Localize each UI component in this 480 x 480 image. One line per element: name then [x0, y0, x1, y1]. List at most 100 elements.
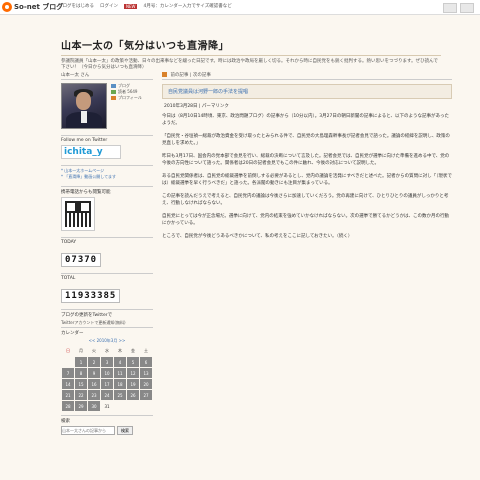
topbar-button-2[interactable]: [460, 3, 474, 13]
calendar-day[interactable]: 26: [127, 390, 139, 400]
calendar-day[interactable]: 16: [88, 379, 100, 389]
search-button[interactable]: 検索: [117, 426, 133, 435]
today-label: TODAY: [61, 240, 77, 245]
calendar-day[interactable]: 24: [101, 390, 113, 400]
topbar-promo-link[interactable]: 4月号：カレンダー入力でサイズ確認書など: [143, 3, 231, 9]
calendar-day[interactable]: 12: [127, 368, 139, 378]
calendar-day[interactable]: 11: [114, 368, 126, 378]
mobile-title: 携帯電話からも閲覧可能: [61, 190, 111, 195]
calendar-day[interactable]: 20: [140, 379, 152, 389]
topbar-links: ブログをはじめる ログイン NEW 4月号：カレンダー入力でサイズ確認書など: [58, 3, 232, 9]
calendar-head-cell: 水: [105, 348, 109, 353]
topbar-link-login[interactable]: ログイン: [100, 3, 118, 9]
calendar-day[interactable]: 29: [75, 401, 87, 411]
update-notify-text[interactable]: Twitterアカウントで更新通知(無料): [61, 320, 153, 325]
calendar-head-cell: 木: [118, 348, 122, 353]
today-counter: 07370: [61, 253, 102, 267]
search-box: 検索 検索: [61, 415, 153, 435]
total-counter: 11933385: [61, 289, 121, 303]
header-divider: [61, 55, 441, 56]
calendar-day: [114, 401, 126, 411]
mail-icon: [111, 96, 116, 100]
post-navigation: 前の記事 | 次の記事: [162, 72, 452, 80]
new-badge: NEW: [124, 3, 138, 9]
blog-title[interactable]: 山本一太の「気分はいつも直滑降」: [61, 37, 229, 52]
calendar-day[interactable]: 4: [114, 357, 126, 367]
qr-code-icon: [65, 201, 91, 227]
calendar-day[interactable]: 8: [75, 368, 87, 378]
site-logo-text: So-net ブログ: [14, 3, 64, 11]
profile-meta-row[interactable]: プロフィール: [111, 95, 142, 101]
twitter-badge[interactable]: ichita_y: [61, 145, 121, 159]
topbar-right-controls: [443, 3, 474, 13]
today-counter-box: TODAY 07370: [61, 237, 153, 267]
calendar: カレンダー << 2010年3月 >> 日 月 火 水 木 金 土 1 2 3 …: [61, 327, 153, 412]
top-navigation-bar: So-net ブログ ブログをはじめる ログイン NEW 4月号：カレンダー入力…: [0, 0, 480, 15]
search-form: 検索: [61, 426, 153, 435]
calendar-day: 31: [104, 403, 110, 409]
avatar[interactable]: [61, 83, 107, 129]
topbar-link-start[interactable]: ブログをはじめる: [58, 3, 94, 9]
post-paragraph: ところで、自民党が今後どうあるべきかについて、私の考えをここに記しておきたい。（…: [162, 234, 353, 239]
mobile-box: 携帯電話からも閲覧可能: [61, 186, 153, 231]
main-content: 前の記事 | 次の記事 自民党議員は河野一郎の手法を提唱 2010年3月28日 …: [162, 72, 452, 246]
calendar-head-cell: 金: [131, 348, 135, 353]
calendar-week-row: 14 15 16 17 18 19 20: [62, 379, 152, 389]
comment-icon: [111, 90, 116, 94]
calendar-day[interactable]: 19: [127, 379, 139, 389]
calendar-head-cell: 月: [79, 348, 83, 353]
calendar-day: [127, 401, 139, 411]
calendar-week-row: 28 29 30 31: [62, 401, 152, 411]
calendar-day[interactable]: 18: [114, 379, 126, 389]
calendar-day[interactable]: 1: [75, 357, 87, 367]
post-paragraph: この記事を読んだうえで考えると、自民党内の議論は今後さらに加速していくだろう。党…: [162, 194, 449, 206]
calendar-head-cell: 火: [92, 348, 96, 353]
calendar-head-cell: 日: [66, 348, 70, 353]
calendar-day: [62, 357, 74, 367]
sonet-logo-icon: [2, 2, 12, 12]
search-input[interactable]: [61, 426, 115, 435]
site-logo[interactable]: So-net ブログ: [2, 1, 63, 13]
calendar-day[interactable]: 22: [75, 390, 87, 400]
calendar-day[interactable]: 17: [101, 379, 113, 389]
search-title: 検索: [61, 419, 70, 424]
calendar-day[interactable]: 23: [88, 390, 100, 400]
post-navigation-text[interactable]: 前の記事 | 次の記事: [170, 73, 210, 78]
calendar-day[interactable]: 25: [114, 390, 126, 400]
home-icon[interactable]: [162, 72, 167, 77]
total-label: TOTAL: [61, 276, 76, 281]
calendar-day[interactable]: 2: [88, 357, 100, 367]
twitter-box: Follow me on Twitter ichita_y: [61, 135, 153, 159]
profile-title: 山本一太 さん: [61, 72, 153, 80]
calendar-day[interactable]: 30: [88, 401, 100, 411]
post-paragraph: 「自民党・谷垣禎一総裁が政治資金を受け取ったとみられる件で、自民党の大島理森幹事…: [162, 134, 450, 146]
calendar-day[interactable]: 10: [101, 368, 113, 378]
calendar-day[interactable]: 7: [62, 368, 74, 378]
calendar-day[interactable]: 13: [140, 368, 152, 378]
calendar-day[interactable]: 28: [62, 401, 74, 411]
calendar-week-row: 1 2 3 4 5 6: [62, 357, 152, 367]
calendar-nav[interactable]: << 2010年3月 >>: [61, 338, 153, 344]
sidebar-link-video[interactable]: * 「直滑降」動画公開してます: [61, 174, 153, 180]
calendar-day[interactable]: 5: [127, 357, 139, 367]
calendar-day[interactable]: 27: [140, 390, 152, 400]
profile-meta: ブログ 読者 5649 プロフィール: [111, 83, 142, 129]
calendar-day[interactable]: 9: [88, 368, 100, 378]
blog-header: 山本一太の「気分はいつも直滑降」 参議院議員「山本一太」の政策や活動、日々の出来…: [0, 15, 480, 70]
post-title[interactable]: 自民党議員は河野一郎の手法を提唱: [162, 84, 452, 99]
blog-icon: [111, 84, 116, 88]
sidebar: 山本一太 さん ブログ 読者 5649 プロフィール Follow me on …: [61, 72, 153, 435]
topbar-button-1[interactable]: [443, 3, 457, 13]
calendar-grid: 日 月 火 水 木 金 土 1 2 3 4 5 6 7 8 9 10 11 12…: [61, 345, 153, 412]
post-paragraph: 昨日も3月17日、国会内の党本部で会見を行い、総裁の決断について言及した。記者会…: [162, 154, 450, 166]
calendar-day[interactable]: 21: [62, 390, 74, 400]
post-paragraph: 自民党にとっては今が正念場だ。選挙に向けて、党内の結束を強めていかなければならな…: [162, 214, 450, 226]
total-counter-box: TOTAL 11933385: [61, 273, 153, 303]
calendar-day[interactable]: 3: [101, 357, 113, 367]
calendar-head-cell: 土: [144, 348, 148, 353]
profile-box: ブログ 読者 5649 プロフィール: [61, 83, 153, 129]
update-notify-box: ブログの更新をTwitterで Twitterアカウントで更新通知(無料): [61, 309, 153, 325]
calendar-day[interactable]: 15: [75, 379, 87, 389]
calendar-day[interactable]: 6: [140, 357, 152, 367]
calendar-day[interactable]: 14: [62, 379, 74, 389]
